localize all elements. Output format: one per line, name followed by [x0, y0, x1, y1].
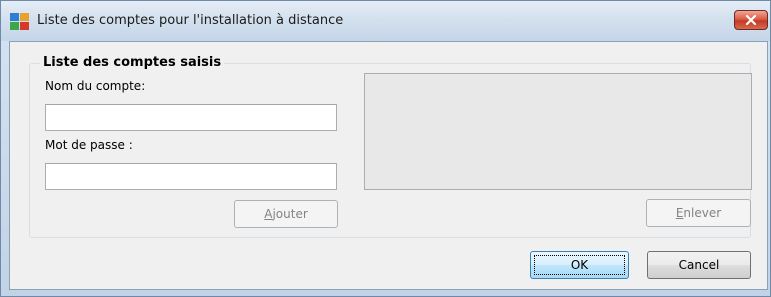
window-title: Liste des comptes pour l'installation à …	[37, 13, 344, 28]
avg-logo-icon	[10, 13, 29, 30]
dialog-content: Liste des comptes saisis Nom du compte: …	[9, 41, 768, 290]
dialog-window: Liste des comptes pour l'installation à …	[0, 0, 771, 297]
close-button[interactable]	[734, 10, 768, 30]
cancel-button[interactable]: Cancel	[647, 251, 751, 279]
account-name-label: Nom du compte:	[45, 79, 146, 93]
accounts-listbox[interactable]	[364, 73, 752, 190]
remove-button[interactable]: Enlever	[646, 199, 751, 227]
remove-button-label: Enlever	[675, 206, 722, 220]
add-button-label: Ajouter	[264, 207, 308, 221]
ok-button[interactable]: OK	[530, 251, 629, 279]
password-input[interactable]	[45, 163, 337, 190]
add-button[interactable]: Ajouter	[234, 200, 338, 228]
cancel-button-label: Cancel	[678, 258, 720, 272]
title-bar[interactable]: Liste des comptes pour l'installation à …	[1, 1, 770, 41]
account-name-input[interactable]	[45, 104, 337, 131]
group-title: Liste des comptes saisis	[40, 55, 225, 70]
close-icon	[745, 15, 757, 25]
password-label: Mot de passe :	[45, 138, 133, 152]
focus-indicator	[534, 255, 625, 275]
